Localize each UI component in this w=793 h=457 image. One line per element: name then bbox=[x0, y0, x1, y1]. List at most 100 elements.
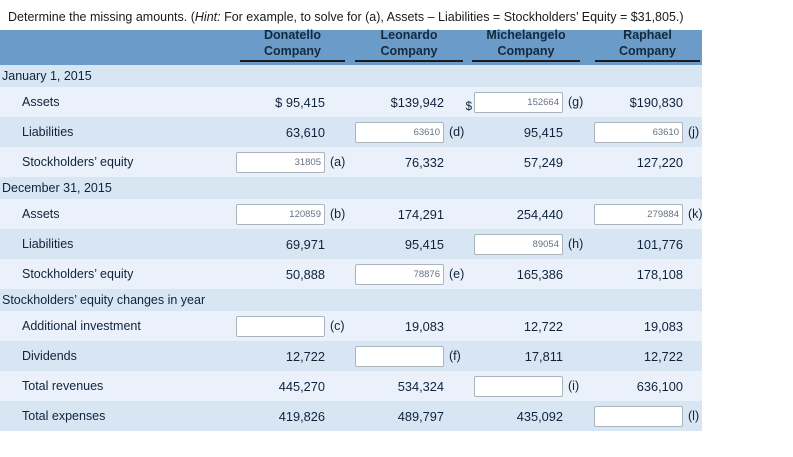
amount-cell: 50,888 bbox=[193, 259, 325, 289]
table-row: Assets (b) 174,291 254,440 (k) bbox=[0, 199, 703, 229]
company-column-header: Raphael Company bbox=[595, 27, 700, 62]
item-letter-label: (l) bbox=[688, 409, 700, 423]
company-name: Leonardo bbox=[380, 27, 438, 42]
amount-cell: 95,415 bbox=[431, 117, 563, 147]
amount-input-cell: (i) bbox=[431, 371, 579, 401]
company-word: Company bbox=[380, 43, 438, 58]
amount-cell: 101,776 bbox=[551, 229, 683, 259]
row-label: Stockholders’ equity bbox=[22, 155, 134, 169]
amount-value: $190,830 bbox=[629, 94, 683, 110]
amount-cell: 435,092 bbox=[431, 401, 563, 431]
amount-value: 12,722 bbox=[643, 348, 683, 364]
amount-cell: 19,083 bbox=[312, 311, 444, 341]
section-row: December 31, 2015 bbox=[0, 177, 702, 199]
amount-input-cell: (k) bbox=[551, 199, 703, 229]
amount-input[interactable] bbox=[474, 375, 563, 397]
amount-cell: $139,942 bbox=[312, 87, 444, 117]
company-column-header: Michelangelo Company bbox=[472, 27, 580, 62]
table-row: Additional investment (c) 19,083 12,722 … bbox=[0, 311, 702, 341]
amount-cell: 12,722 bbox=[551, 341, 683, 371]
amount-cell: 12,722 bbox=[193, 341, 325, 371]
amount-cell: 165,386 bbox=[431, 259, 563, 289]
amount-cell: 636,100 bbox=[551, 371, 683, 401]
table-row: Stockholders’ equity (a) 76,332 57,249 1… bbox=[0, 147, 702, 177]
row-label: Dividends bbox=[22, 349, 77, 363]
amount-value: 636,100 bbox=[636, 378, 683, 394]
amount-value: 127,220 bbox=[636, 154, 683, 170]
amount-input-cell: (d) bbox=[312, 117, 464, 147]
row-label: Total expenses bbox=[22, 409, 106, 423]
amount-cell: 76,332 bbox=[312, 147, 444, 177]
row-label: Assets bbox=[22, 207, 60, 221]
table-row: Dividends 12,722 (f) 17,811 12,722 bbox=[0, 341, 702, 371]
table-row: Stockholders’ equity 50,888 (e) 165,386 … bbox=[0, 259, 702, 289]
table-row: Assets $ 95,415 $139,942 $ (g) $190,830 bbox=[0, 87, 702, 117]
amount-input[interactable] bbox=[594, 121, 683, 143]
section-label: January 1, 2015 bbox=[2, 69, 92, 83]
instruction-text: Determine the missing amounts. (Hint: Fo… bbox=[0, 0, 793, 30]
instruction-hint-label: Hint: bbox=[194, 10, 221, 24]
row-label: Total revenues bbox=[22, 379, 104, 393]
amount-cell: 174,291 bbox=[312, 199, 444, 229]
amount-cell: 419,826 bbox=[193, 401, 325, 431]
amount-value: 101,776 bbox=[636, 236, 683, 252]
amount-input-cell: (f) bbox=[312, 341, 461, 371]
amount-cell: 63,610 bbox=[193, 117, 325, 147]
section-label: December 31, 2015 bbox=[2, 181, 112, 195]
amount-cell: 17,811 bbox=[431, 341, 563, 371]
company-word: Company bbox=[497, 43, 555, 58]
amount-cell: 57,249 bbox=[431, 147, 563, 177]
row-label: Assets bbox=[22, 95, 60, 109]
instruction-suffix: For example, to solve for (a), Assets – … bbox=[220, 10, 684, 24]
item-letter-label: (k) bbox=[688, 207, 703, 221]
amount-input[interactable] bbox=[474, 91, 563, 113]
instruction-prefix: Determine the missing amounts. ( bbox=[8, 10, 195, 24]
amount-input-cell: (a) bbox=[193, 147, 345, 177]
row-label: Additional investment bbox=[22, 319, 141, 333]
company-column-header: Leonardo Company bbox=[355, 27, 463, 62]
section-row: Stockholders’ equity changes in year bbox=[0, 289, 702, 311]
table-header-row: Donatello Company Leonardo Company Miche… bbox=[0, 27, 702, 65]
company-name: Raphael bbox=[623, 27, 672, 42]
table-body: January 1, 2015 Assets $ 95,415 $139,942… bbox=[0, 65, 703, 431]
amount-cell: 489,797 bbox=[312, 401, 444, 431]
amount-input[interactable] bbox=[474, 233, 563, 255]
dollar-sign-prefix: $ bbox=[465, 101, 472, 113]
amount-cell: 19,083 bbox=[551, 311, 683, 341]
amount-cell: 127,220 bbox=[551, 147, 683, 177]
row-label: Liabilities bbox=[22, 125, 74, 139]
amount-input-cell: $ (g) bbox=[431, 87, 583, 117]
company-word: Company bbox=[264, 43, 321, 58]
amount-input[interactable] bbox=[594, 405, 683, 427]
row-label: Stockholders’ equity bbox=[22, 267, 134, 281]
item-letter-label: (j) bbox=[688, 125, 700, 139]
company-name: Donatello bbox=[264, 27, 321, 42]
amount-cell: $ 95,415 bbox=[193, 87, 325, 117]
amount-cell: 69,971 bbox=[193, 229, 325, 259]
amount-input[interactable] bbox=[594, 203, 683, 225]
amount-value: 19,083 bbox=[643, 318, 683, 334]
section-row: January 1, 2015 bbox=[0, 65, 702, 87]
table-row: Liabilities 63,610 (d) 95,415 (j) bbox=[0, 117, 702, 147]
table-row: Liabilities 69,971 95,415 (h) 101,776 bbox=[0, 229, 702, 259]
amount-cell: 445,270 bbox=[193, 371, 325, 401]
amount-input-cell: (c) bbox=[193, 311, 345, 341]
amount-input-cell: (h) bbox=[431, 229, 583, 259]
amount-cell: 12,722 bbox=[431, 311, 563, 341]
table-row: Total expenses 419,826 489,797 435,092 (… bbox=[0, 401, 702, 431]
amount-cell: $190,830 bbox=[551, 87, 683, 117]
table-row: Total revenues 445,270 534,324 (i) 636,1… bbox=[0, 371, 702, 401]
amount-input-cell: (b) bbox=[193, 199, 345, 229]
amount-input-cell: (e) bbox=[312, 259, 464, 289]
company-column-header: Donatello Company bbox=[240, 27, 345, 62]
amount-cell: 95,415 bbox=[312, 229, 444, 259]
company-name: Michelangelo bbox=[486, 27, 566, 42]
amount-cell: 178,108 bbox=[551, 259, 683, 289]
amount-cell: 254,440 bbox=[431, 199, 563, 229]
amount-value: 178,108 bbox=[636, 266, 683, 282]
missing-amounts-table: Donatello Company Leonardo Company Miche… bbox=[0, 27, 703, 431]
amount-input-cell: (j) bbox=[551, 117, 699, 147]
amount-cell: 534,324 bbox=[312, 371, 444, 401]
section-label: Stockholders’ equity changes in year bbox=[2, 293, 206, 307]
row-label: Liabilities bbox=[22, 237, 74, 251]
